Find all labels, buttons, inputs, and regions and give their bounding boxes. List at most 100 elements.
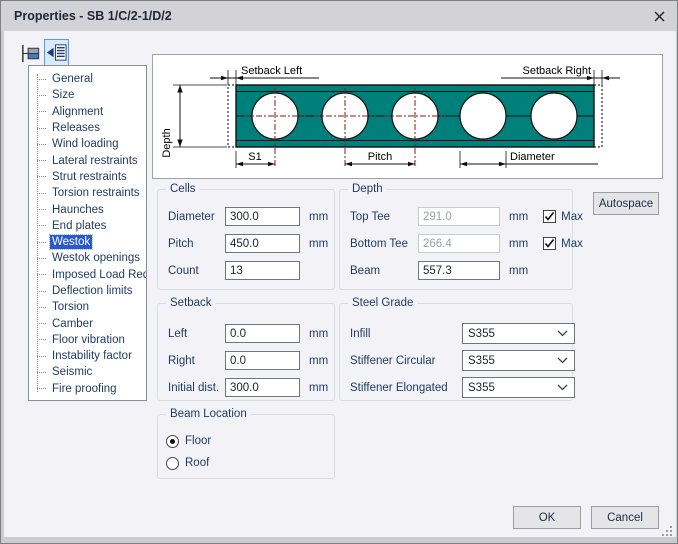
stiffener-elongated-select[interactable]: S355 <box>462 377 575 398</box>
pitch-label: Pitch <box>168 238 225 250</box>
tree-branch-line <box>37 242 46 243</box>
select-value: S355 <box>468 382 495 394</box>
top-tee-label: Top Tee <box>350 211 418 223</box>
unit-label: mm <box>309 382 328 394</box>
tree-branch-line <box>37 176 46 177</box>
sidebar-item-label: Seismic <box>50 365 94 379</box>
sidebar-item-label: Torsion restraints <box>50 186 142 200</box>
sidebar-item-strut-restraints[interactable]: Strut restraints <box>29 169 146 185</box>
sidebar-item-end-plates[interactable]: End plates <box>29 218 146 234</box>
stiffener-circular-select[interactable]: S355 <box>462 350 575 371</box>
sidebar-item-general[interactable]: General <box>29 71 146 87</box>
title-bar[interactable]: Properties - SB 1/C/2-1/D/2 <box>1 1 678 31</box>
unit-label: mm <box>509 238 528 250</box>
floor-radio-label: Floor <box>185 435 211 447</box>
element-view-toggle[interactable] <box>18 40 43 67</box>
chevron-down-icon <box>557 357 568 364</box>
sidebar-item-label: Strut restraints <box>50 170 129 184</box>
sidebar-item-westok[interactable]: Westok <box>29 234 146 250</box>
sidebar-item-label: Deflection limits <box>50 284 135 298</box>
sidebar-item-label: Floor vibration <box>50 333 127 347</box>
tree-branch-line <box>37 372 46 373</box>
sidebar-item-floor-vibration[interactable]: Floor vibration <box>29 332 146 348</box>
sidebar-item-haunches[interactable]: Haunches <box>29 201 146 217</box>
tree-branch-line <box>37 209 46 210</box>
tree-branch-line <box>37 274 46 275</box>
tree-branch-line <box>37 144 46 145</box>
resize-grip[interactable] <box>661 525 674 538</box>
sidebar-item-torsion-restraints[interactable]: Torsion restraints <box>29 185 146 201</box>
sidebar-item-westok-openings[interactable]: Westok openings <box>29 250 146 266</box>
sidebar-item-camber[interactable]: Camber <box>29 315 146 331</box>
stiffener-elongated-label: Stiffener Elongated <box>350 382 462 394</box>
sidebar-item-label: Size <box>50 88 76 102</box>
chevron-down-icon <box>557 384 568 391</box>
sidebar-item-deflection-limits[interactable]: Deflection limits <box>29 283 146 299</box>
beam-location-group: Beam Location Floor Roof <box>157 414 335 479</box>
sidebar-item-imposed-load-red[interactable]: Imposed Load Red <box>29 267 146 283</box>
diagram-label-depth: Depth <box>161 128 173 157</box>
beam-element-icon <box>19 42 42 65</box>
diagram-label-setback-left: Setback Left <box>241 65 302 77</box>
properties-tree: GeneralSize Alignment Releases Wind loading… <box>29 71 146 400</box>
westok-beam-diagram: Depth Setback Left Setback Right S1 <box>153 55 662 178</box>
top-tee-max-checkbox[interactable] <box>543 210 556 223</box>
dialog-title: Properties - SB 1/C/2-1/D/2 <box>14 1 172 31</box>
unit-label: mm <box>509 265 528 277</box>
sidebar-item-label: Alignment <box>50 105 105 119</box>
roof-radio[interactable]: Roof <box>166 452 334 474</box>
sidebar-item-wind-loading[interactable]: Wind loading <box>29 136 146 152</box>
setback-left-label: Left <box>168 328 225 340</box>
unit-label: mm <box>309 355 328 367</box>
checkmark-icon <box>544 211 555 222</box>
ok-button[interactable]: OK <box>513 506 581 529</box>
steel-grade-group: Steel Grade Infill S355 Stiffener Circul… <box>339 303 573 401</box>
sidebar-item-label: Haunches <box>50 203 106 217</box>
beam-depth-input[interactable] <box>418 261 500 280</box>
count-input[interactable] <box>225 261 300 280</box>
sidebar-item-label: Releases <box>50 121 102 135</box>
tree-branch-line <box>37 193 46 194</box>
close-icon <box>654 11 665 22</box>
cancel-button[interactable]: Cancel <box>591 506 659 529</box>
sidebar-item-label: Wind loading <box>50 137 120 151</box>
properties-dialog: Properties - SB 1/C/2-1/D/2 GeneralSizeA <box>0 0 678 544</box>
diagram-label-pitch: Pitch <box>368 151 392 163</box>
sidebar-item-label: Instability factor <box>50 349 134 363</box>
steel-grade-group-title: Steel Grade <box>348 297 417 310</box>
radio-selected-icon <box>166 435 179 448</box>
top-tee-input <box>418 207 500 226</box>
initial-dist-label: Initial dist. <box>168 382 225 394</box>
autospace-button[interactable]: Autospace <box>593 192 659 215</box>
pitch-input[interactable] <box>225 234 300 253</box>
initial-dist-input[interactable] <box>225 378 300 397</box>
sidebar-item-torsion[interactable]: Torsion <box>29 299 146 315</box>
tree-branch-line <box>37 339 46 340</box>
sidebar-item-releases[interactable]: Releases <box>29 120 146 136</box>
close-button[interactable] <box>649 8 669 25</box>
sidebar-item-fire-proofing[interactable]: Fire proofing <box>29 381 146 397</box>
infill-label: Infill <box>350 328 462 340</box>
diagram-label-s1: S1 <box>248 151 261 163</box>
setback-right-input[interactable] <box>225 351 300 370</box>
sidebar-item-instability-factor[interactable]: Instability factor <box>29 348 146 364</box>
select-value: S355 <box>468 328 495 340</box>
sidebar-item-lateral-restraints[interactable]: Lateral restraints <box>29 152 146 168</box>
diameter-input[interactable] <box>225 207 300 226</box>
properties-list-toggle[interactable] <box>44 39 69 66</box>
sidebar-item-size[interactable]: Size <box>29 87 146 103</box>
tree-branch-line <box>37 291 46 292</box>
infill-select[interactable]: S355 <box>462 323 575 344</box>
setback-group-title: Setback <box>166 297 216 310</box>
sidebar-item-alignment[interactable]: Alignment <box>29 104 146 120</box>
bottom-tee-max-checkbox[interactable] <box>543 237 556 250</box>
setback-left-input[interactable] <box>225 324 300 343</box>
sidebar-item-label: Lateral restraints <box>50 154 140 168</box>
setback-right-label: Right <box>168 355 225 367</box>
unit-label: mm <box>309 328 328 340</box>
sidebar-item-seismic[interactable]: Seismic <box>29 364 146 380</box>
floor-radio[interactable]: Floor <box>166 430 334 452</box>
cells-group: Cells Diameter mm Pitch mm Count <box>157 189 335 290</box>
tree-branch-line <box>37 323 46 324</box>
tree-branch-line <box>37 95 46 96</box>
